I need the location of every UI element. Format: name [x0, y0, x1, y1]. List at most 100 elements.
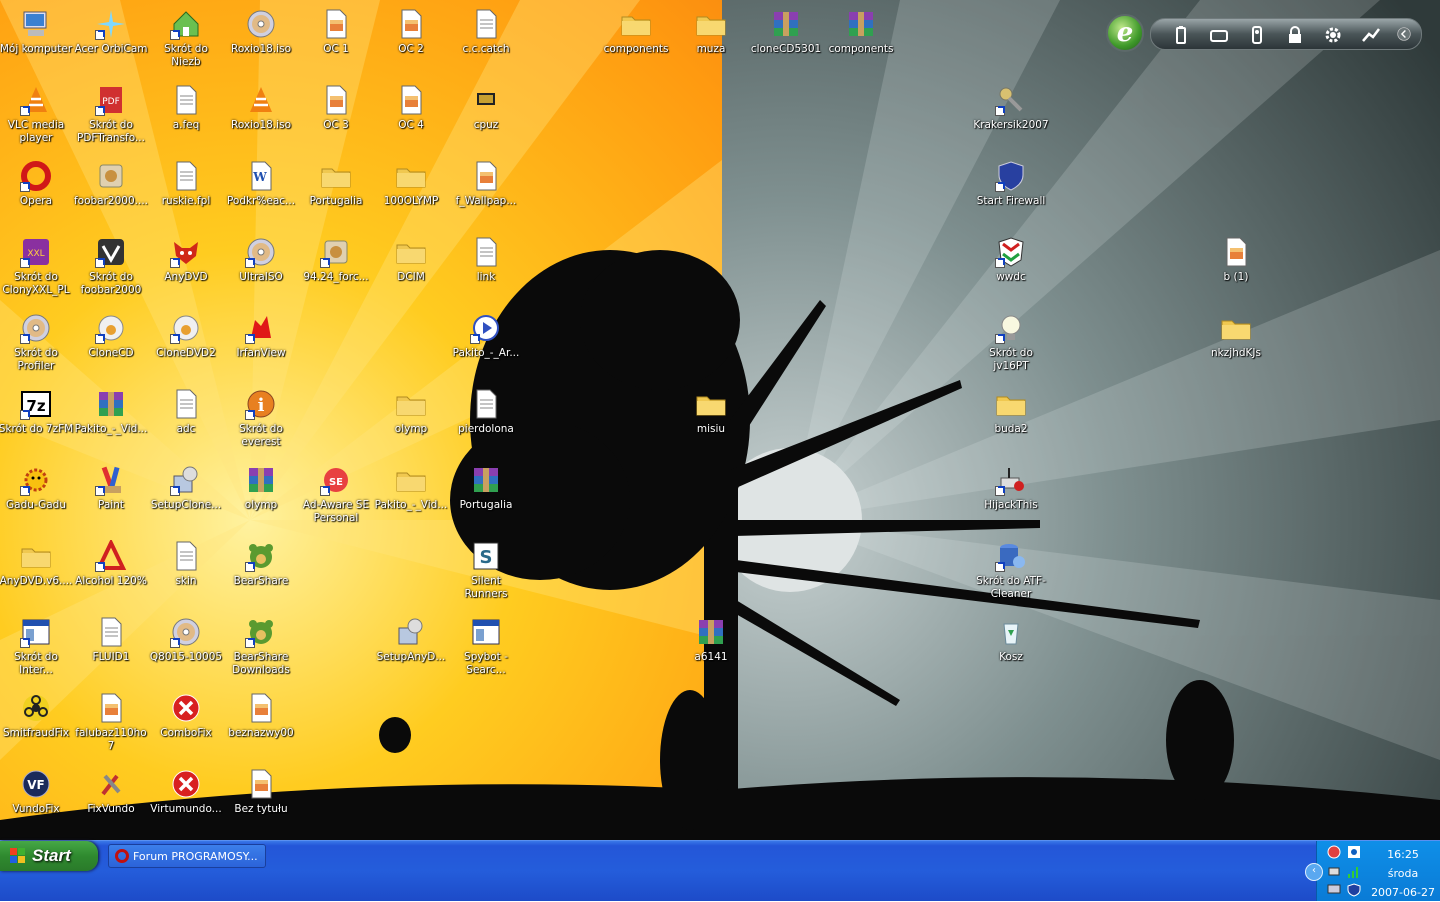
desktop-icon-alcohol-120-60[interactable]: Alcohol 120% — [73, 540, 149, 588]
desktop-icon-wwdc-34[interactable]: wwdc — [973, 236, 1049, 284]
desktop-icon-portugalia-57[interactable]: Portugalia — [448, 464, 524, 512]
desktop-icon-anydvd-29[interactable]: AnyDVD — [148, 236, 224, 284]
desktop-icon-q8015-10005-67[interactable]: Q8015-10005 — [148, 616, 224, 664]
wireless-icon[interactable] — [1247, 25, 1267, 45]
desktop-icon-roxio18-iso-3[interactable]: Roxio18.iso — [223, 8, 299, 56]
desktop-icon-foobar2000-20[interactable]: foobar2000.... — [73, 160, 149, 208]
desktop-icon-fluid1-66[interactable]: FLUID1 — [73, 616, 149, 664]
desktop-icon-link-33[interactable]: link — [448, 236, 524, 284]
desktop-icon-olymp-54[interactable]: olymp — [223, 464, 299, 512]
desktop-icon-adc-45[interactable]: adc — [148, 388, 224, 436]
desktop-icon-ad-aware-se-personal-55[interactable]: SE Ad-Aware SE Personal — [298, 464, 374, 525]
battery-icon[interactable] — [1171, 25, 1191, 45]
desktop-icon-buda2-50[interactable]: buda2 — [973, 388, 1049, 436]
desktop-icon-pakito-vid-44[interactable]: Pakito_-_Vid... — [73, 388, 149, 436]
desktop-icon-components-7[interactable]: components — [598, 8, 674, 56]
network-tray-icon[interactable] — [1327, 865, 1341, 879]
desktop-icon-irfanview-39[interactable]: IrfanView — [223, 312, 299, 360]
desktop-icon-setupanyd-69[interactable]: SetupAnyD... — [373, 616, 449, 664]
performance-icon[interactable] — [1361, 25, 1381, 45]
desktop-icon-skrot-do-foobar2000-28[interactable]: Skrót do foobar2000 — [73, 236, 149, 297]
desktop-icon-portugalia-23[interactable]: Portugalia — [298, 160, 374, 208]
desktop-icon-bearshare-downloads-68[interactable]: BearShare Downloads — [223, 616, 299, 677]
desktop-icon-misiu-49[interactable]: misiu — [673, 388, 749, 436]
start-button[interactable]: Start — [0, 841, 98, 871]
desktop-icon-ultraiso-30[interactable]: UltraISO — [223, 236, 299, 284]
desktop-icon-pakito-vid-56[interactable]: Pakito_-_Vid... — [373, 464, 449, 512]
signal-tray-icon[interactable] — [1347, 865, 1361, 879]
desktop-icon-a6141-71[interactable]: a6141 — [673, 616, 749, 664]
desktop-icon-components-10[interactable]: components — [823, 8, 899, 56]
desktop-icon-clonedvd2-38[interactable]: CloneDVD2 — [148, 312, 224, 360]
desktop-icon-kosz-72[interactable]: Kosz — [973, 616, 1049, 664]
desktop-icon-vundofix-77[interactable]: VF VundoFix — [0, 768, 74, 816]
desktop-icon-smitfraudfix-73[interactable]: SmitfraudFix — [0, 692, 74, 740]
desktop-icon-skrot-do-profiler-36[interactable]: Skrót do Profiler — [0, 312, 74, 373]
desktop-icon-oc-4-16[interactable]: OC 4 — [373, 84, 449, 132]
desktop-icon-100olymp-24[interactable]: 100OLYMP — [373, 160, 449, 208]
desktop-icon-skrot-do-inter-65[interactable]: Skrót do Inter... — [0, 616, 74, 677]
desktop-icon-oc-2-5[interactable]: OC 2 — [373, 8, 449, 56]
desktop-icon-acer-orbicam-1[interactable]: Acer OrbiCam — [73, 8, 149, 56]
desktop-icon-skrot-do-jv16pt-41[interactable]: Skrót do jv16PT — [973, 312, 1049, 373]
desktop-icon-moj-komputer-0[interactable]: Mój komputer — [0, 8, 74, 56]
desktop-icon-fixvundo-78[interactable]: FixVundo — [73, 768, 149, 816]
desktop-icon-a-feq-13[interactable]: a.feq — [148, 84, 224, 132]
desktop-icon-pakito-ar-40[interactable]: Pakito_-_Ar... — [448, 312, 524, 360]
desktop-icon-dcim-32[interactable]: DCIM — [373, 236, 449, 284]
desktop-icon-falubaz110ho7-74[interactable]: falubaz110ho7 — [73, 692, 149, 753]
desktop-icon-hijackthis-58[interactable]: HijackThis — [973, 464, 1049, 512]
lock-icon[interactable] — [1285, 25, 1305, 45]
security-shield-tray-icon[interactable] — [1347, 883, 1361, 897]
desktop-icon-podkr-eac-22[interactable]: W Podkr%eac... — [223, 160, 299, 208]
desktop-icon-virtumundo-79[interactable]: Virtumundo... — [148, 768, 224, 816]
desktop-icon-nkzjhdkjs-42[interactable]: nkzjhdKJs — [1198, 312, 1274, 360]
desktop-icon-skrot-do-niezb-2[interactable]: Skrót do Niezb — [148, 8, 224, 69]
desktop-icon-bearshare-62[interactable]: BearShare — [223, 540, 299, 588]
desktop-icon-setupclone-53[interactable]: SetupClone... — [148, 464, 224, 512]
desktop-icon-spybot-searc-70[interactable]: Spybot - Searc... — [448, 616, 524, 677]
desktop-icon-bez-tytu-u-80[interactable]: Bez tytułu — [223, 768, 299, 816]
e-logo-icon[interactable]: e — [1106, 14, 1144, 52]
desktop-icon-skin-61[interactable]: skin — [148, 540, 224, 588]
desktop-icon-skrot-do-atf-cleaner-64[interactable]: Skrót do ATF-Cleaner — [973, 540, 1049, 601]
desktop-icon-anydvd-v6-59[interactable]: AnyDVD.v6.... — [0, 540, 74, 588]
desktop-icon-paint-52[interactable]: Paint — [73, 464, 149, 512]
card-reader-icon[interactable] — [1209, 25, 1229, 45]
desktop-icon-vlc-media-player-11[interactable]: VLC media player — [0, 84, 74, 145]
desktop-icon-oc-3-15[interactable]: OC 3 — [298, 84, 374, 132]
desktop-icon-94-24-forc-31[interactable]: 94.24_forc... — [298, 236, 374, 284]
desktop-icon-pierdolona-48[interactable]: pierdolona — [448, 388, 524, 436]
desktop-icon-skrot-do-pdftransfo-12[interactable]: PDF Skrót do PDFTransfo... — [73, 84, 149, 145]
desktop-icon-c-c-catch-6[interactable]: c.c.catch — [448, 8, 524, 56]
desktop-icon-oc-1-4[interactable]: OC 1 — [298, 8, 374, 56]
rar-icon — [770, 8, 802, 40]
desktop-icon-clonecd-37[interactable]: CloneCD — [73, 312, 149, 360]
desktop-icon-skrot-do-7zfm-43[interactable]: 7z Skrót do 7zFM — [0, 388, 74, 436]
display-tray-icon[interactable] — [1327, 883, 1341, 897]
desktop-icon-combofix-75[interactable]: ComboFix — [148, 692, 224, 740]
antivirus-tray-icon[interactable] — [1327, 845, 1341, 859]
show-hidden-icons-chevron[interactable]: ‹ — [1305, 863, 1323, 881]
desktop-icon-opera-19[interactable]: Opera — [0, 160, 74, 208]
media-tray-icon[interactable] — [1347, 845, 1361, 859]
desktop-icon-f-wallpap-25[interactable]: f_Wallpap... — [448, 160, 524, 208]
gear-icon[interactable] — [1323, 25, 1343, 45]
desktop-icon-silent-runners-63[interactable]: S Silent Runners — [448, 540, 524, 601]
desktop-icon-roxio18-iso-14[interactable]: Roxio18.iso — [223, 84, 299, 132]
desktop-icon-muza-8[interactable]: muza — [673, 8, 749, 56]
desktop-icon-start-firewall-26[interactable]: Start Firewall — [973, 160, 1049, 208]
desktop-icon-olymp-47[interactable]: olymp — [373, 388, 449, 436]
taskbar-item-forum[interactable]: Forum PROGRAMOSY... — [108, 844, 266, 868]
desktop-icon-b-1-35[interactable]: b (1) — [1198, 236, 1274, 284]
desktop-icon-clonecd5301-9[interactable]: cloneCD5301 — [748, 8, 824, 56]
desktop-icon-krakersik2007-18[interactable]: Krakersik2007 — [973, 84, 1049, 132]
clock[interactable]: 16:25 środa 2007-06-27 — [1371, 845, 1435, 902]
desktop-icon-beznazwy00-76[interactable]: beznazwy00 — [223, 692, 299, 740]
desktop-icon-cpuz-17[interactable]: cpuz — [448, 84, 524, 132]
desktop-icon-gadu-gadu-51[interactable]: Gadu-Gadu — [0, 464, 74, 512]
desktop-icon-skrot-do-everest-46[interactable]: i Skrót do everest — [223, 388, 299, 449]
desktop-icon-skrot-do-clonyxxl-pl-27[interactable]: XXL Skrót do ClonyXXL_PL — [0, 236, 74, 297]
desktop-icon-ruskie-fpl-21[interactable]: ruskie.fpl — [148, 160, 224, 208]
collapse-icon[interactable] — [1397, 27, 1411, 41]
